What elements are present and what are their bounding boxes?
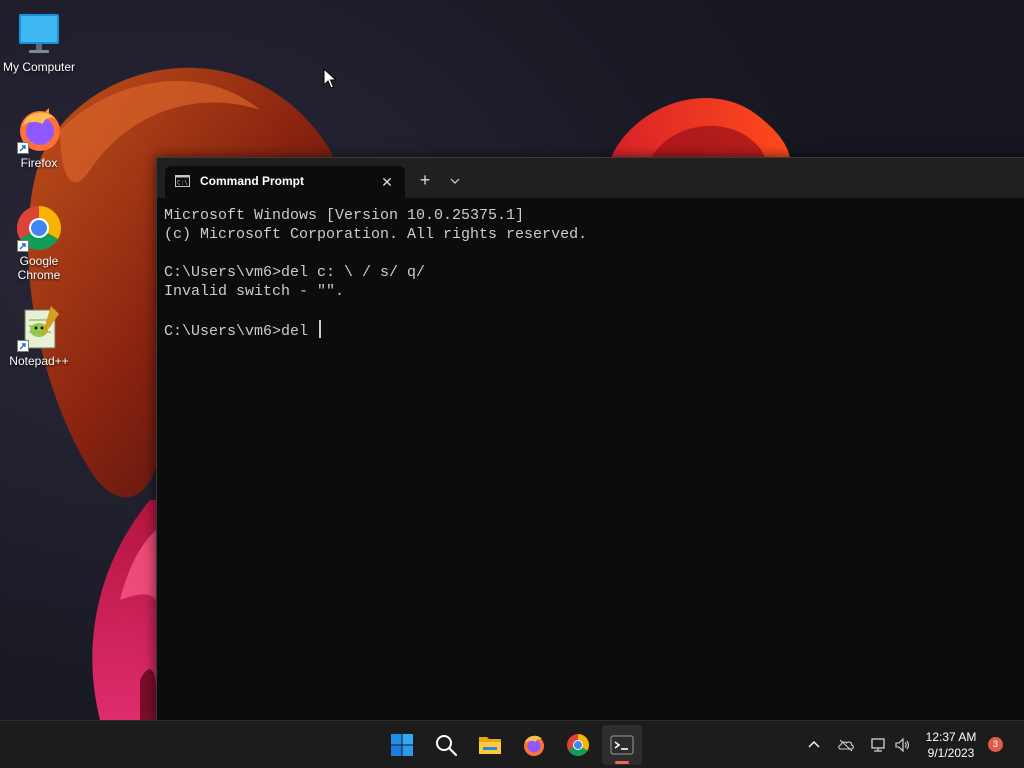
chrome-taskbar-button[interactable] xyxy=(558,725,598,765)
shortcut-arrow-icon xyxy=(17,240,29,252)
monitor-icon xyxy=(15,10,63,58)
onedrive-offline-icon xyxy=(838,739,854,752)
chrome-icon xyxy=(567,734,589,756)
console-line: Microsoft Windows [Version 10.0.25375.1] xyxy=(164,207,525,224)
desktop-icon-label: Notepad++ xyxy=(9,354,69,368)
chevron-up-icon xyxy=(808,741,820,748)
desktop-icon-notepad-plus-plus[interactable]: Notepad++ xyxy=(0,304,78,368)
tab-command-prompt[interactable]: C:\ Command Prompt ✕ xyxy=(165,166,405,198)
desktop-icon-firefox[interactable]: Firefox xyxy=(0,106,78,170)
search-button[interactable] xyxy=(426,725,466,765)
folder-icon xyxy=(479,737,501,754)
mouse-pointer-icon xyxy=(323,68,337,89)
console-line: Invalid switch - "". xyxy=(164,283,345,300)
close-tab-button[interactable]: ✕ xyxy=(377,172,397,192)
desktop-icon-label: My Computer xyxy=(2,60,76,74)
text-cursor xyxy=(319,320,322,338)
shortcut-arrow-icon xyxy=(17,340,29,352)
desktop-icon-label: Firefox xyxy=(20,156,58,170)
terminal-taskbar-button[interactable] xyxy=(602,725,642,765)
desktop: My Computer Firefox Google Chrome Notepa… xyxy=(0,0,1024,768)
volume-icon xyxy=(895,737,909,753)
tab-dropdown-button[interactable] xyxy=(445,170,465,192)
command-prompt-text: C:\Users\vm6>del xyxy=(164,323,318,340)
network-icon xyxy=(871,738,885,752)
shortcut-arrow-icon xyxy=(17,142,29,154)
terminal-window[interactable]: C:\ Command Prompt ✕ + Microsoft Windows… xyxy=(156,157,1024,721)
terminal-icon xyxy=(610,735,634,755)
tab-bar: C:\ Command Prompt ✕ + xyxy=(157,158,1024,198)
clock-button[interactable]: 12:37 AM 9/1/2023 xyxy=(916,729,986,761)
network-tray-button[interactable] xyxy=(866,733,890,757)
tab-title: Command Prompt xyxy=(200,174,305,188)
chrome-icon xyxy=(15,204,63,252)
firefox-taskbar-button[interactable] xyxy=(514,725,554,765)
taskbar: 12:37 AM 9/1/2023 3 xyxy=(0,720,1024,768)
notepadpp-icon xyxy=(15,304,63,352)
desktop-icon-google-chrome[interactable]: Google Chrome xyxy=(0,204,78,282)
search-icon xyxy=(436,735,458,757)
show-hidden-icons-button[interactable] xyxy=(802,733,826,757)
active-app-indicator xyxy=(615,761,629,764)
clock-date: 9/1/2023 xyxy=(927,746,975,760)
desktop-icon-label: Google Chrome xyxy=(17,254,61,282)
console-input-line[interactable]: C:\Users\vm6>del xyxy=(164,320,1014,340)
onedrive-tray-button[interactable] xyxy=(834,733,858,757)
file-explorer-button[interactable] xyxy=(470,725,510,765)
start-button[interactable] xyxy=(382,725,422,765)
console-line: (c) Microsoft Corporation. All rights re… xyxy=(164,226,588,243)
firefox-icon xyxy=(15,106,63,154)
chevron-down-icon xyxy=(450,178,460,184)
clock-time: 12:37 AM xyxy=(925,730,977,744)
console-output[interactable]: Microsoft Windows [Version 10.0.25375.1]… xyxy=(164,206,1014,711)
notification-badge[interactable]: 3 xyxy=(988,737,1003,752)
windows-logo-icon xyxy=(391,734,413,756)
volume-tray-button[interactable] xyxy=(890,733,914,757)
desktop-icon-my-computer[interactable]: My Computer xyxy=(0,10,78,74)
new-tab-button[interactable]: + xyxy=(413,170,437,192)
firefox-icon xyxy=(524,735,544,756)
svg-text:C:\: C:\ xyxy=(177,180,188,187)
cmd-icon: C:\ xyxy=(175,175,190,187)
console-line: C:\Users\vm6>del c: \ / s/ q/ xyxy=(164,264,426,281)
